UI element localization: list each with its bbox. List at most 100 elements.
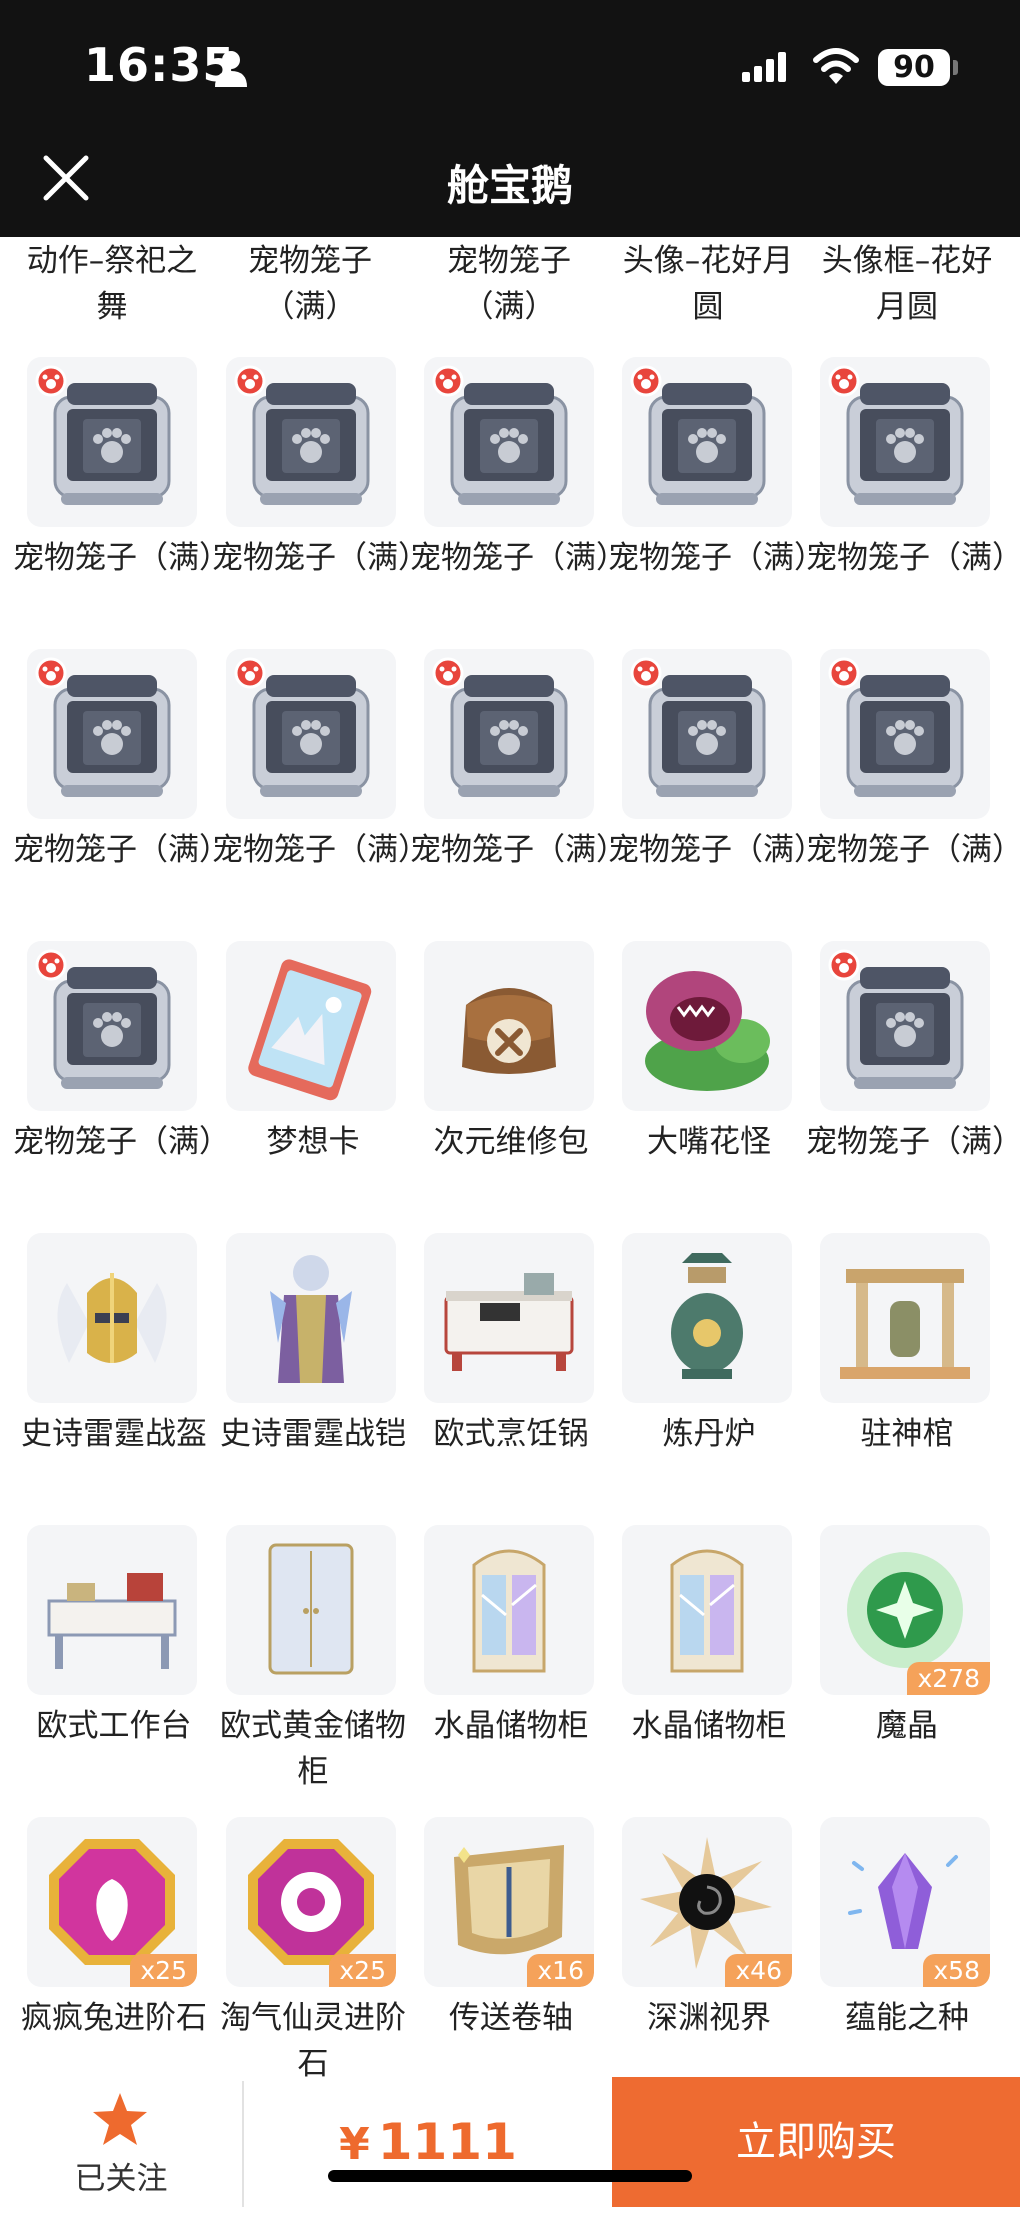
item-image: x58 (820, 1817, 990, 1987)
item-image (424, 649, 594, 819)
item-name: 宠物笼子（满） (410, 540, 627, 576)
signal-icon (742, 52, 786, 82)
item-name: 炼丹炉 (662, 1416, 756, 1452)
item-name: 淘气仙灵进阶石 (220, 2000, 406, 2077)
item-cell[interactable]: x25 淘气仙灵进阶石 (220, 1817, 406, 2077)
item-name: 史诗雷霆战铠 (220, 1416, 406, 1452)
item-cell[interactable]: 宠物笼子（满） (806, 357, 1020, 637)
item-image (27, 649, 197, 819)
item-cell[interactable]: 宠物笼子（满） (212, 649, 429, 929)
pet-cage-icon (630, 657, 766, 797)
follow-button[interactable]: 已关注 (0, 2077, 242, 2207)
item-cell[interactable]: x25 疯疯兔进阶石 (21, 1817, 207, 2077)
partial-item-name: 头像–花好月圆 (622, 243, 794, 325)
person-icon (215, 51, 247, 87)
item-cell[interactable]: x58 蕴能之种 (820, 1817, 994, 2077)
page-title: 舱宝鹅 (446, 161, 573, 210)
item-name: 疯疯兔进阶石 (21, 2000, 207, 2036)
repair-bag-icon (462, 988, 556, 1074)
pet-cage-icon (828, 949, 964, 1089)
winged-helmet-icon (57, 1273, 167, 1363)
item-cell[interactable]: 宠物笼子（满） (608, 649, 825, 929)
currency-symbol: ¥ (339, 2119, 370, 2170)
item-cell[interactable]: 欧式工作台 (27, 1525, 201, 1805)
battery-nub (953, 60, 958, 75)
item-cell[interactable]: 宠物笼子（满） (13, 357, 230, 637)
item-cell[interactable]: x278 魔晶 (820, 1525, 994, 1805)
item-name: 欧式工作台 (36, 1708, 192, 1744)
item-cell[interactable]: 梦想卡 (226, 941, 400, 1221)
item-image (424, 1233, 594, 1403)
item-name: 欧式烹饪锅 (433, 1416, 589, 1452)
item-name: 梦想卡 (266, 1124, 360, 1160)
partial-item-name: 动作–祭祀之舞 (26, 243, 198, 325)
item-image (226, 649, 396, 819)
item-name: 驻神棺 (860, 1416, 954, 1452)
item-image (27, 1525, 197, 1695)
pet-cage-icon (35, 365, 171, 505)
item-name: 宠物笼子（满） (806, 540, 1020, 576)
item-name: 宠物笼子（满） (212, 540, 429, 576)
item-cell[interactable]: x46 深渊视界 (622, 1817, 796, 2077)
price-amount: 1111 (377, 2113, 517, 2171)
item-name: 水晶储物柜 (631, 1708, 787, 1744)
item-cell[interactable]: 宠物笼子（满） (608, 357, 825, 637)
partial-item-name: 宠物笼子（满） (447, 243, 571, 325)
armor-icon (270, 1255, 352, 1383)
item-image (622, 649, 792, 819)
item-cell[interactable]: 水晶储物柜 (622, 1525, 796, 1805)
item-name: 宠物笼子（满） (13, 832, 230, 868)
item-image (820, 941, 990, 1111)
item-image (226, 1525, 396, 1695)
item-cell[interactable]: 宠物笼子（满） (410, 649, 627, 929)
item-image (820, 1233, 990, 1403)
buy-now-button[interactable]: 立即购买 (612, 2077, 1020, 2207)
desk-icon (47, 1573, 177, 1669)
wifi-icon (813, 48, 859, 84)
item-image (820, 649, 990, 819)
stove-icon (444, 1273, 574, 1371)
item-cell[interactable]: 炼丹炉 (622, 1233, 796, 1513)
item-cell[interactable]: 大嘴花怪 (622, 941, 796, 1221)
pet-cage-icon (630, 365, 766, 505)
bottom-bar: 已关注 ¥1111 立即购买 (0, 2077, 1020, 2207)
item-cell[interactable]: 史诗雷霆战盔 (21, 1233, 207, 1513)
item-cell[interactable]: 宠物笼子（满） (410, 357, 627, 637)
pet-cage-icon (234, 657, 370, 797)
top-bar: 16:35 90 舱宝鹅 (0, 0, 1020, 237)
follow-label: 已关注 (74, 2161, 168, 2197)
item-image (226, 357, 396, 527)
item-cell[interactable]: 宠物笼子（满） (806, 941, 1020, 1221)
pet-cage-icon (828, 657, 964, 797)
item-name: 宠物笼子（满） (806, 832, 1020, 868)
pet-cage-icon (35, 657, 171, 797)
item-image (622, 357, 792, 527)
pet-cage-icon (234, 365, 370, 505)
item-image: x46 (622, 1817, 792, 1987)
item-cell[interactable]: 宠物笼子（满） (806, 649, 1020, 929)
item-cell[interactable]: 次元维修包 (424, 941, 598, 1221)
partial-item-name: 宠物笼子（满） (248, 243, 372, 325)
item-cell[interactable]: 欧式烹饪锅 (424, 1233, 598, 1513)
item-cell[interactable]: 欧式黄金储物柜 (220, 1525, 406, 1805)
item-cell[interactable]: 水晶储物柜 (424, 1525, 598, 1805)
star-icon (93, 2093, 147, 2145)
item-name: 宠物笼子（满） (13, 540, 230, 576)
item-name: 宠物笼子（满） (212, 832, 429, 868)
item-cell[interactable]: 宠物笼子（满） (13, 941, 230, 1221)
partial-row: 动作–祭祀之舞 宠物笼子（满） 宠物笼子（满） 头像–花好月圆 头像框–花好月圆 (0, 237, 1020, 347)
item-name: 宠物笼子（满） (806, 1124, 1020, 1160)
item-cell[interactable]: 宠物笼子（满） (13, 649, 230, 929)
item-image: x25 (226, 1817, 396, 1987)
item-cell[interactable]: 宠物笼子（满） (212, 357, 429, 637)
item-grid: 动作–祭祀之舞 宠物笼子（满） 宠物笼子（满） 头像–花好月圆 头像框–花好月圆… (0, 237, 1020, 2077)
partial-item-name: 头像框–花好月圆 (821, 243, 993, 325)
item-cell[interactable]: 史诗雷霆战铠 (220, 1233, 406, 1513)
dream-card-icon (248, 959, 372, 1101)
item-image (226, 1233, 396, 1403)
item-cell[interactable]: x16 传送卷轴 (424, 1817, 598, 2077)
item-name: 魔晶 (876, 1708, 938, 1744)
item-name: 宠物笼子（满） (410, 832, 627, 868)
item-cell[interactable]: 驻神棺 (820, 1233, 994, 1513)
item-image (226, 941, 396, 1111)
